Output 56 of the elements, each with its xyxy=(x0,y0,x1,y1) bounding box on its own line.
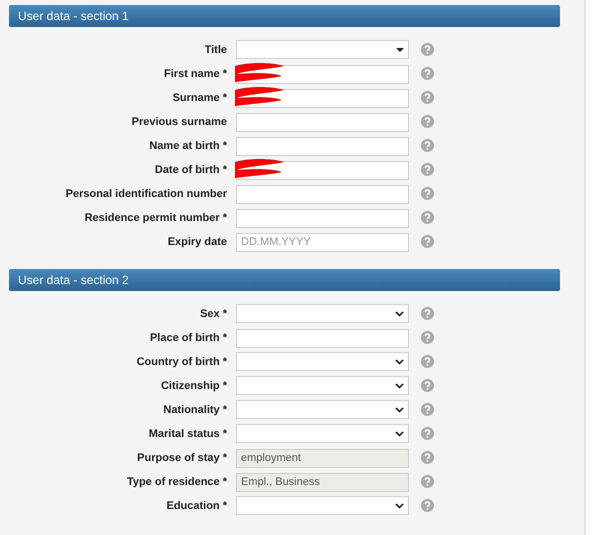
field-label: Residence permit number * xyxy=(84,212,228,224)
help-icon[interactable] xyxy=(421,331,434,344)
help-icon[interactable] xyxy=(421,43,434,56)
section-header: User data - section 2 xyxy=(9,269,560,292)
input-field[interactable] xyxy=(236,136,409,156)
chevron-down-icon xyxy=(395,310,404,317)
help-icon[interactable] xyxy=(421,499,434,512)
help-icon[interactable] xyxy=(421,355,434,368)
field-label: Personal identification number xyxy=(64,188,228,200)
input-field[interactable] xyxy=(236,328,409,348)
dropdown-field[interactable] xyxy=(236,400,409,420)
chevron-down-icon xyxy=(395,430,404,437)
help-icon[interactable] xyxy=(421,163,434,176)
input-field[interactable] xyxy=(236,184,409,204)
help-icon[interactable] xyxy=(421,427,434,440)
field-label: Previous surname xyxy=(130,116,228,128)
dropdown-field[interactable] xyxy=(236,424,409,444)
dropdown-field[interactable] xyxy=(236,304,409,324)
help-icon[interactable] xyxy=(421,307,434,320)
chevron-down-icon xyxy=(395,406,404,413)
help-icon[interactable] xyxy=(421,187,434,200)
chevron-down-icon xyxy=(395,502,404,509)
help-icon[interactable] xyxy=(421,115,434,128)
input-field[interactable] xyxy=(236,208,409,228)
chevron-down-icon xyxy=(395,358,404,365)
field-label: Title xyxy=(204,44,228,56)
help-icon[interactable] xyxy=(421,379,434,392)
input-field[interactable]: DD.MM.YYYY xyxy=(236,232,409,252)
field-label: Marital status * xyxy=(148,428,228,440)
help-icon[interactable] xyxy=(421,91,434,104)
field-label: Education * xyxy=(165,500,228,512)
input-field[interactable] xyxy=(236,112,409,132)
field-label: Purpose of stay * xyxy=(136,452,228,464)
dropdown-field[interactable] xyxy=(236,40,409,60)
dropdown-field[interactable] xyxy=(236,352,409,372)
help-icon[interactable] xyxy=(421,211,434,224)
field-label: Expiry date xyxy=(166,236,228,248)
help-icon[interactable] xyxy=(421,403,434,416)
help-icon[interactable] xyxy=(421,235,434,248)
field-label: Place of birth * xyxy=(148,332,228,344)
field-label: Date of birth * xyxy=(154,164,228,176)
field-label: Type of residence * xyxy=(126,476,228,488)
field-label: Sex * xyxy=(199,308,228,320)
field-label: Country of birth * xyxy=(136,356,228,368)
field-label: First name * xyxy=(163,68,228,80)
chevron-down-icon xyxy=(395,382,404,389)
field-label: Nationality * xyxy=(162,404,228,416)
caret-icon xyxy=(396,48,404,52)
field-label: Name at birth * xyxy=(148,140,228,152)
help-icon[interactable] xyxy=(421,139,434,152)
field-label: Surname * xyxy=(172,92,228,104)
dropdown-field[interactable] xyxy=(236,496,409,516)
field-label: Citizenship * xyxy=(160,380,228,392)
section-header: User data - section 1 xyxy=(9,5,560,27)
help-icon[interactable] xyxy=(421,67,434,80)
dropdown-field[interactable] xyxy=(236,376,409,396)
